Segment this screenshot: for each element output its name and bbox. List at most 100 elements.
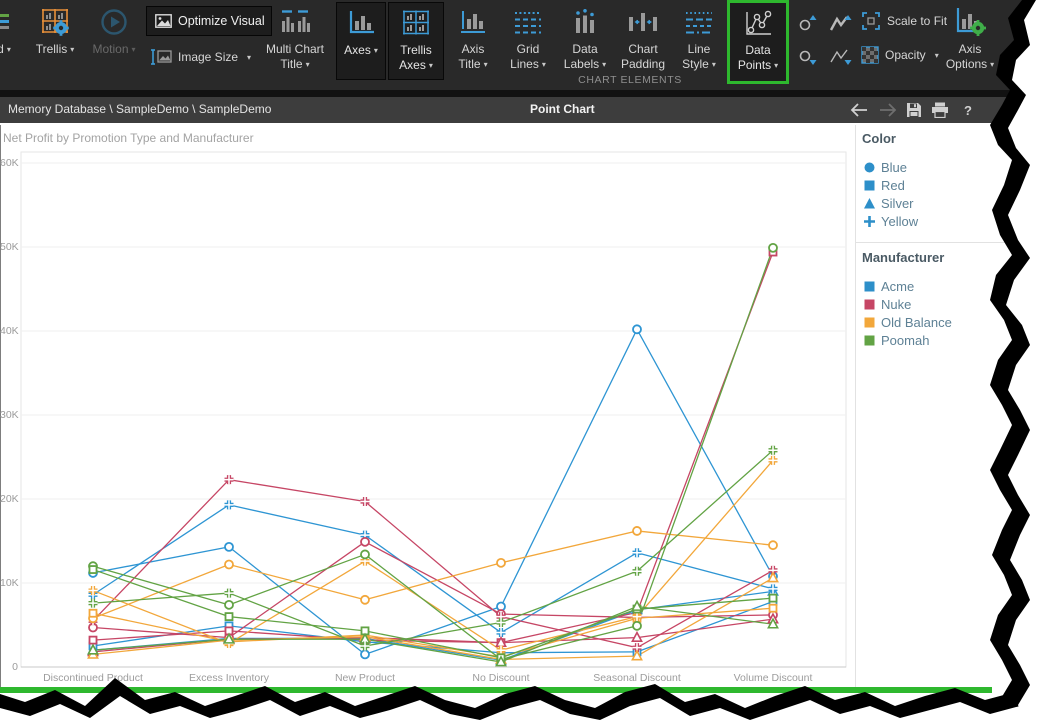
chevron-down-icon bbox=[303, 57, 310, 71]
chevron-down-icon bbox=[771, 58, 778, 72]
image-size-icon bbox=[150, 48, 172, 66]
legend-item[interactable]: Old Balance bbox=[862, 314, 952, 330]
toolbar-item-label: Motion bbox=[88, 42, 140, 57]
legend-item[interactable]: Poomah bbox=[862, 332, 952, 348]
toolbar-item-motion: Motion bbox=[88, 0, 140, 82]
toolbar-item-data-labels[interactable]: Data Labels bbox=[558, 0, 612, 82]
forward-button[interactable] bbox=[877, 100, 899, 120]
point-chart-plot[interactable] bbox=[0, 151, 848, 668]
legend-item[interactable]: Acme bbox=[862, 278, 952, 294]
optimize-visual-icon bbox=[155, 14, 172, 28]
trellis-axes-icon bbox=[389, 8, 443, 38]
multi-chart-title-icon bbox=[260, 7, 330, 37]
data-labels-icon bbox=[558, 7, 612, 37]
increase-line-width-button[interactable] bbox=[827, 10, 855, 36]
x-axis-category-label: New Product bbox=[335, 672, 395, 684]
plus-marker-icon bbox=[862, 215, 876, 228]
square-marker-icon bbox=[862, 334, 876, 347]
legend-item-label: Acme bbox=[881, 279, 914, 294]
toolbar-item-label: Trellis bbox=[26, 42, 84, 57]
chevron-down-icon bbox=[709, 57, 716, 71]
image-size-button[interactable]: Image Size bbox=[146, 44, 270, 70]
data-points-icon bbox=[730, 8, 786, 38]
decrease-line-width-button[interactable] bbox=[827, 44, 855, 70]
increase-point-size-button[interactable] bbox=[793, 10, 821, 36]
decrease-point-size-button[interactable] bbox=[793, 44, 821, 70]
x-axis-category-label: Discontinued Product bbox=[43, 672, 143, 684]
legend-item[interactable]: Nuke bbox=[862, 296, 952, 312]
help-button[interactable]: ? bbox=[957, 100, 979, 120]
toolbar-item-multi-chart-title[interactable]: Multi Chart Title bbox=[260, 0, 330, 82]
back-button[interactable] bbox=[848, 100, 870, 120]
toolbar-item-label: Grid Lines bbox=[502, 42, 554, 72]
chevron-down-icon bbox=[67, 42, 74, 56]
legend-item-label: Poomah bbox=[881, 333, 929, 348]
legend-manufacturer-header: Manufacturer bbox=[862, 250, 944, 265]
line-style-icon bbox=[674, 7, 724, 37]
toolbar-item-label: Data Labels bbox=[558, 42, 612, 72]
chevron-down-icon bbox=[539, 57, 546, 71]
play-motion-icon bbox=[88, 7, 140, 37]
toolbar-item-axis-title[interactable]: Axis Title bbox=[448, 0, 498, 82]
square-marker-icon bbox=[862, 316, 876, 329]
chart-padding-icon bbox=[614, 7, 672, 37]
legend-color-items: Blue Red Silver Yellow bbox=[862, 159, 918, 231]
toolbar-item-label: Axis Options bbox=[938, 42, 1002, 72]
save-button[interactable] bbox=[903, 100, 925, 120]
opacity-icon bbox=[861, 46, 879, 64]
x-axis-category-label: Seasonal Discount bbox=[593, 672, 681, 684]
chart-elements-group-label: CHART ELEMENTS bbox=[520, 74, 740, 86]
legend-item[interactable]: Yellow bbox=[862, 213, 918, 229]
breadcrumb[interactable]: Memory Database \ SampleDemo \ SampleDem… bbox=[8, 102, 271, 116]
x-axis-category-label: Volume Discount bbox=[734, 672, 813, 684]
square-marker-icon bbox=[862, 280, 876, 293]
toolbar-item-partial[interactable]: d bbox=[0, 0, 24, 82]
print-button[interactable] bbox=[929, 100, 951, 120]
toolbar-item-label: Data Points bbox=[730, 43, 786, 73]
chevron-down-icon bbox=[4, 42, 11, 56]
optimize-visual-label: Optimize Visual bbox=[178, 14, 265, 28]
legend-item-label: Yellow bbox=[881, 214, 918, 229]
legend-item-label: Nuke bbox=[881, 297, 911, 312]
toolbar-item-axes[interactable]: Axes bbox=[336, 2, 386, 80]
toolbar: d Trellis Motion Optimize V bbox=[0, 0, 1044, 90]
legend-item[interactable]: Blue bbox=[862, 159, 918, 175]
legend-item-label: Blue bbox=[881, 160, 907, 175]
toolbar-item-grid-lines[interactable]: Grid Lines bbox=[502, 0, 554, 82]
legend-color-header: Color bbox=[862, 131, 896, 146]
toolbar-item-axis-options[interactable]: Axis Options bbox=[938, 0, 1002, 82]
toolbar-item-chart-padding[interactable]: Chart Padding bbox=[614, 0, 672, 82]
legend-item[interactable]: Red bbox=[862, 177, 918, 193]
toolbar-item-label: Axes bbox=[337, 43, 385, 58]
chevron-down-icon bbox=[426, 58, 433, 72]
toolbar-item-label: Line Style bbox=[674, 42, 724, 72]
grid-lines-icon bbox=[502, 7, 554, 37]
legend-divider bbox=[855, 125, 856, 688]
toolbar-item-trellis-axes[interactable]: Trellis Axes bbox=[388, 2, 444, 80]
trellis-icon bbox=[26, 7, 84, 37]
toolbar-item-data-points[interactable]: Data Points bbox=[727, 0, 789, 84]
image-size-label: Image Size bbox=[178, 50, 238, 64]
view-title: Point Chart bbox=[530, 102, 595, 116]
opacity-button[interactable]: Opacity bbox=[861, 42, 939, 68]
chevron-down-icon bbox=[599, 57, 606, 71]
toolbar-item-line-style[interactable]: Line Style bbox=[674, 0, 724, 82]
chevron-down-icon bbox=[129, 42, 136, 56]
legend-item-label: Old Balance bbox=[881, 315, 952, 330]
app-window: d Trellis Motion Optimize V bbox=[0, 0, 1044, 725]
square-marker-icon bbox=[862, 298, 876, 311]
square-marker-icon bbox=[862, 179, 876, 192]
chevron-down-icon bbox=[481, 57, 488, 71]
toolbar-item-trellis[interactable]: Trellis bbox=[26, 0, 84, 82]
scale-to-fit-icon bbox=[861, 11, 881, 31]
optimize-visual-button[interactable]: Optimize Visual bbox=[146, 6, 272, 36]
scale-to-fit-button[interactable]: Scale to Fit bbox=[861, 8, 947, 34]
help-icon: ? bbox=[964, 103, 972, 118]
circle-marker-icon bbox=[862, 161, 876, 174]
chart-title: Net Profit by Promotion Type and Manufac… bbox=[3, 131, 254, 145]
legend-item[interactable]: Silver bbox=[862, 195, 918, 211]
chevron-down-icon bbox=[987, 57, 994, 71]
toolbar-item-label: Axis Title bbox=[448, 42, 498, 72]
toolbar-item-label: Trellis Axes bbox=[389, 43, 443, 73]
breadcrumb-bar: Memory Database \ SampleDemo \ SampleDem… bbox=[0, 97, 1044, 123]
